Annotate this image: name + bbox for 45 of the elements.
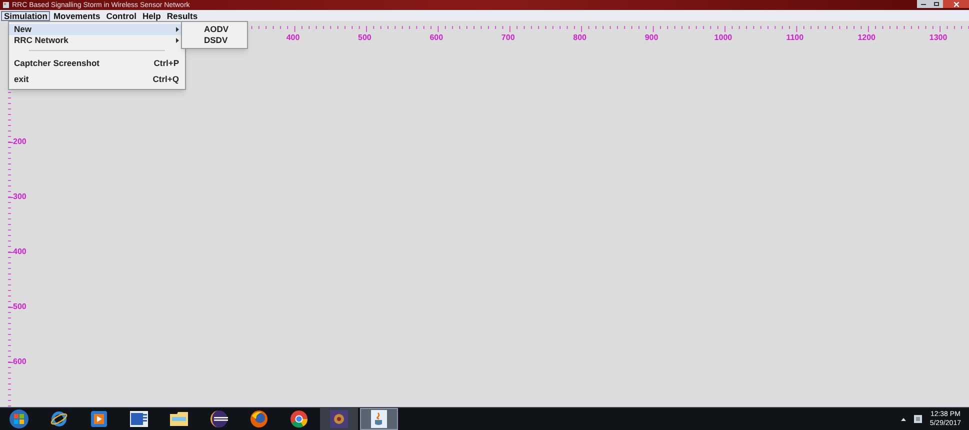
- ruler-label: 500: [13, 303, 26, 311]
- ruler-label: 400: [13, 248, 26, 256]
- submenu-arrow-icon: [176, 27, 179, 32]
- ruler-label: 500: [358, 34, 372, 42]
- menu-entry[interactable]: exit Ctrl+Q: [9, 71, 185, 87]
- coffee-cup-icon: [371, 410, 387, 428]
- windows-orb-icon: [9, 409, 29, 429]
- ruler-label: 700: [501, 34, 515, 42]
- submenu-arrow-icon: [176, 38, 179, 43]
- shortcut-label: Ctrl+Q: [152, 74, 179, 84]
- folder-icon: [169, 411, 189, 427]
- ruler-label: 1300: [929, 34, 948, 42]
- ruler-label: 1000: [714, 34, 732, 42]
- play-icon: [91, 411, 107, 427]
- menu-item[interactable]: Movements: [50, 10, 104, 20]
- minimize-button[interactable]: [917, 0, 930, 8]
- maximize-button[interactable]: [930, 0, 943, 8]
- ruler-label: 300: [13, 193, 26, 201]
- app-window-icon: [3, 2, 9, 8]
- ruler-label: 200: [13, 138, 26, 146]
- document-icon: [130, 411, 148, 427]
- eclipse-icon: [210, 410, 228, 428]
- close-icon: [954, 2, 958, 6]
- menu-entry[interactable]: AODV: [182, 24, 247, 35]
- globe-ring-icon: [50, 410, 68, 428]
- chrome-icon: [290, 410, 308, 428]
- ruler-label: 800: [573, 34, 586, 42]
- menu-item[interactable]: Help: [139, 10, 164, 20]
- close-button[interactable]: [943, 0, 969, 8]
- menu-item[interactable]: Simulation: [1, 10, 50, 20]
- menu-item[interactable]: Results: [164, 10, 201, 20]
- ruler-label: 600: [430, 34, 444, 42]
- fox-globe-icon: [250, 410, 268, 428]
- app-icon: [330, 410, 348, 428]
- shortcut-label: Ctrl+P: [154, 58, 179, 68]
- ruler-label: 1100: [786, 34, 804, 42]
- menu-entry[interactable]: RRC Network: [9, 35, 185, 46]
- ruler-label: 900: [644, 34, 658, 42]
- ruler-label: 400: [286, 34, 300, 42]
- caret-up-icon: [900, 418, 906, 420]
- menu-item[interactable]: Control: [103, 10, 140, 20]
- menu-entry[interactable]: DSDV: [182, 35, 247, 46]
- ruler-label: 1200: [858, 34, 876, 42]
- ruler-label: 600: [13, 358, 26, 366]
- menu-entry[interactable]: Captcher Screenshot Ctrl+P: [9, 55, 185, 71]
